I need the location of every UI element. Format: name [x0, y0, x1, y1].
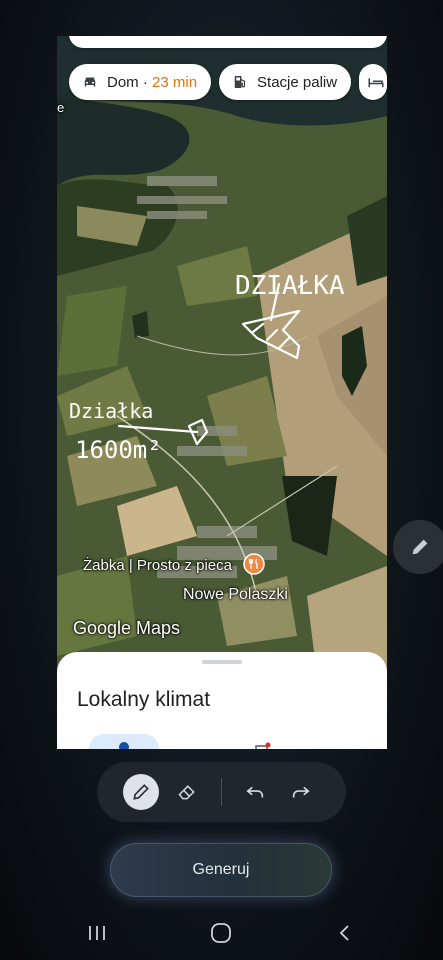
chip-home-label: Dom [107, 73, 139, 91]
place-nowe-polaszki[interactable]: Nowe Polaszki [183, 586, 288, 604]
back-button[interactable] [325, 920, 365, 946]
generate-button[interactable]: Generuj [110, 843, 332, 897]
map-edge-letter: e [57, 100, 65, 115]
pen-icon [133, 784, 149, 800]
recent-apps-button[interactable] [77, 920, 117, 946]
pen-tool-button[interactable] [123, 774, 159, 810]
bottom-sheet[interactable]: Lokalny klimat [57, 652, 387, 749]
google-maps-logo: Google Maps [73, 618, 181, 638]
drawing-toolbar [97, 762, 346, 822]
chip-gas-label: Stacje paliw [257, 73, 338, 91]
tab-location-active[interactable] [89, 734, 159, 749]
redo-button[interactable] [283, 774, 319, 810]
eraser-icon [178, 785, 195, 800]
pencil-icon [412, 539, 428, 555]
location-icon [119, 742, 129, 749]
chip-separator: · [142, 73, 148, 91]
home-icon [211, 923, 231, 943]
chip-home-time: 23 min [152, 73, 198, 91]
undo-icon [246, 786, 264, 798]
edit-button[interactable] [393, 520, 443, 574]
redo-icon [292, 786, 310, 798]
back-icon [339, 925, 349, 941]
tab-flag-icon[interactable] [255, 742, 271, 749]
hotel-icon [367, 73, 385, 91]
system-navigation-bar [0, 906, 443, 960]
search-bar[interactable] [69, 36, 387, 48]
screenshot-preview: DZIAŁKA Działka 1600m² Dom · 23 min Stac… [57, 36, 387, 749]
toolbar-divider [221, 778, 222, 806]
home-button[interactable] [201, 920, 241, 946]
satellite-map[interactable] [57, 36, 387, 676]
sheet-title: Lokalny klimat [77, 688, 211, 711]
quick-filter-chips: Dom · 23 min Stacje paliw [69, 64, 387, 100]
chip-gas-stations[interactable]: Stacje paliw [219, 64, 352, 100]
place-zabka[interactable]: Żabka | Prosto z pieca [83, 557, 232, 574]
recents-icon [89, 926, 105, 940]
chip-home-route[interactable]: Dom · 23 min [69, 64, 212, 100]
sheet-drag-handle[interactable] [202, 660, 242, 664]
undo-button[interactable] [237, 774, 273, 810]
gas-station-icon [231, 73, 249, 91]
car-icon [81, 73, 99, 91]
restaurant-pin-icon[interactable] [243, 553, 265, 575]
eraser-tool-button[interactable] [169, 774, 205, 810]
chip-hotels[interactable] [359, 64, 387, 100]
